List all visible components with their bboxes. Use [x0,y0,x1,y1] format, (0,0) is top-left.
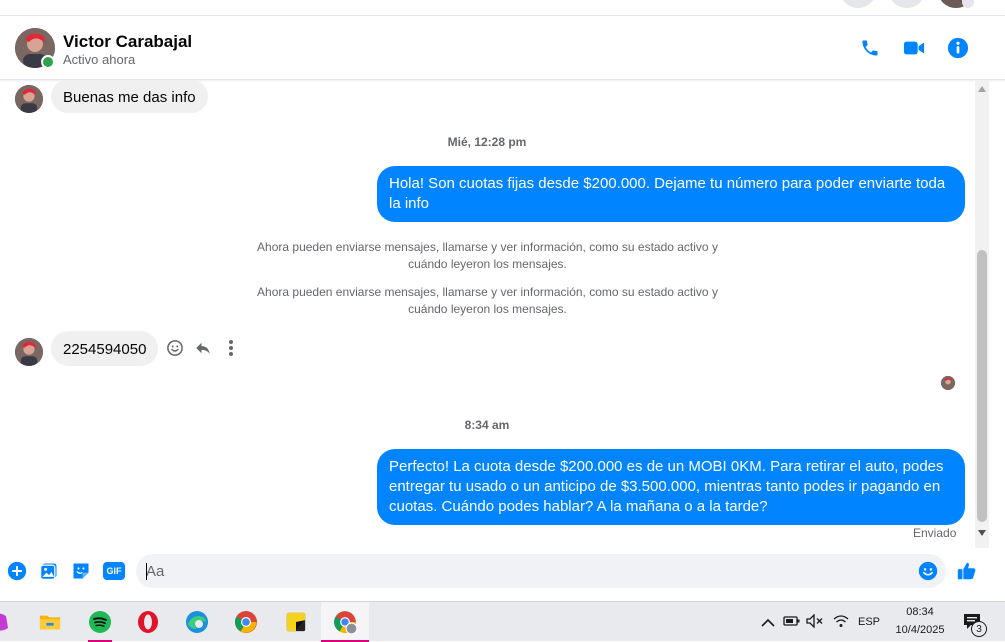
online-status-dot [41,55,55,69]
system-notice: Ahora pueden enviarse mensajes, llamarse… [257,240,718,271]
language-indicator[interactable]: ESP [856,615,882,629]
gif-icon[interactable]: GIF [102,560,126,582]
windows-taskbar: ESP 08:34 10/4/2025 3 [0,601,1005,642]
react-icon[interactable] [164,337,186,359]
text-caret [146,563,147,580]
top-circle-button[interactable] [840,0,876,8]
sender-avatar[interactable] [15,338,43,366]
incoming-message[interactable]: 2254594050 [51,331,159,366]
contact-name[interactable]: Victor Carabajal [63,32,192,52]
spotify-icon[interactable] [76,602,124,642]
chevron-down-icon[interactable] [962,0,974,8]
sent-status: Enviado [913,526,957,540]
message-composer: GIF [0,548,1005,598]
message-timestamp: 8:34 am [464,418,510,432]
outgoing-message[interactable]: Hola! Son cuotas fijas desde $200.000. D… [377,166,965,222]
scroll-up-arrow[interactable] [978,86,986,92]
top-circle-button[interactable] [889,0,925,8]
volume-muted-icon[interactable] [806,613,824,633]
phone-icon[interactable] [858,36,882,60]
plus-icon[interactable] [6,560,28,582]
scroll-thumb[interactable] [977,250,987,522]
system-notice: Ahora pueden enviarse mensajes, llamarse… [257,285,718,316]
browser-top-strip [0,0,1005,16]
scroll-down-arrow[interactable] [978,530,986,536]
gif-label: GIF [103,562,125,580]
wifi-icon[interactable] [833,614,849,633]
clock-date[interactable]: 10/4/2025 [888,623,952,637]
message-timestamp: Mié, 12:28 pm [447,135,527,149]
contact-status: Activo ahora [63,52,136,67]
edge-icon[interactable] [173,602,221,642]
battery-icon[interactable] [783,614,801,633]
chat-header: Victor Carabajal Activo ahora [0,17,1005,80]
opera-icon[interactable] [124,602,172,642]
more-options-icon[interactable] [220,337,242,359]
copilot-icon[interactable] [0,602,24,642]
like-icon[interactable] [956,560,978,582]
chevron-up-icon[interactable] [761,615,775,633]
message-list[interactable]: Buenas me das info Mié, 12:28 pm Hola! S… [0,80,975,548]
info-icon[interactable] [946,36,970,60]
emoji-icon[interactable] [917,560,939,582]
read-receipt-avatar [941,376,955,390]
chrome-icon[interactable] [222,602,270,642]
clock-time[interactable]: 08:34 [890,605,950,619]
outgoing-message[interactable]: Perfecto! La cuota desde $200.000 es de … [377,449,965,525]
video-call-icon[interactable] [902,36,926,60]
sticky-notes-icon[interactable] [272,602,320,642]
message-input[interactable] [136,554,946,588]
notification-badge: 3 [971,621,987,637]
chrome-profile-icon[interactable] [321,602,369,642]
incoming-message[interactable]: Buenas me das info [51,80,208,113]
scrollbar[interactable] [975,80,989,548]
gallery-icon[interactable] [38,560,60,582]
sender-avatar[interactable] [15,85,43,113]
sticker-icon[interactable] [70,560,92,582]
reply-icon[interactable] [192,337,214,359]
file-explorer-icon[interactable] [26,602,74,642]
